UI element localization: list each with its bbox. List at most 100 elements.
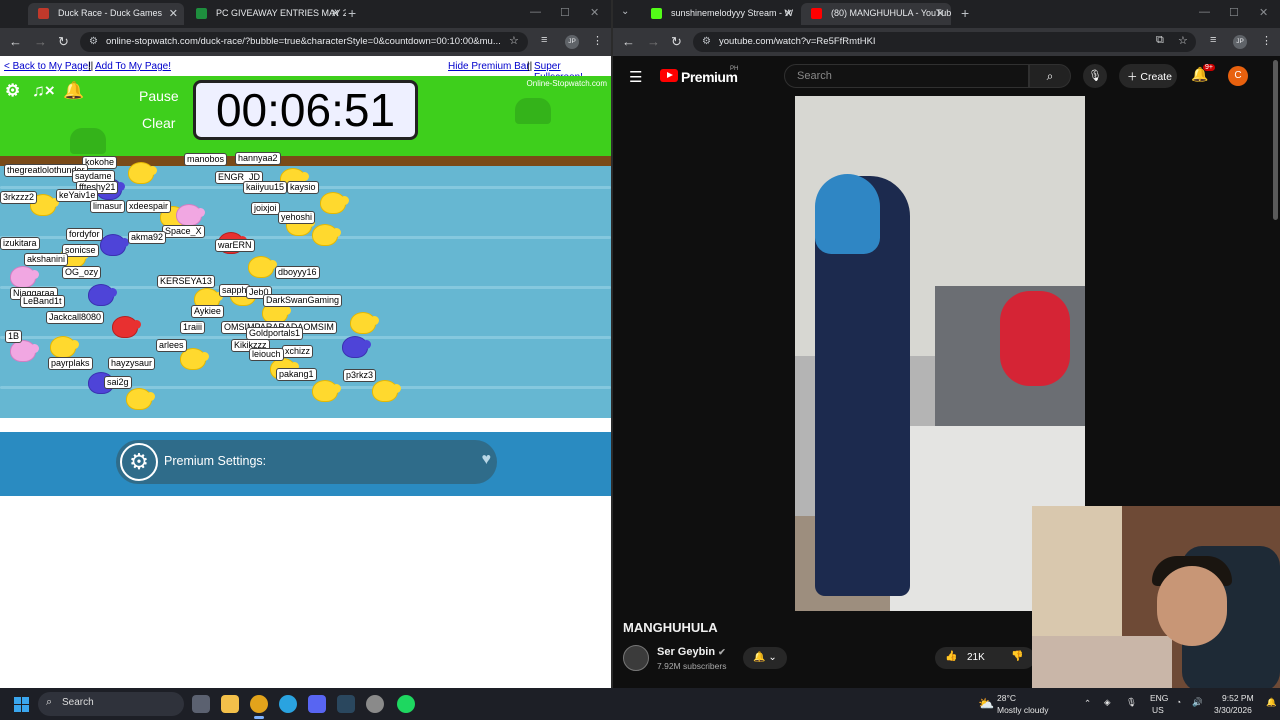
notification-count-badge: 9+: [1203, 64, 1215, 71]
taskbar-search[interactable]: ⌕ Search: [38, 692, 184, 716]
user-avatar[interactable]: C: [1228, 66, 1248, 86]
weather-icon[interactable]: ⛅: [978, 696, 994, 712]
new-tab-icon[interactable]: +: [961, 5, 969, 21]
install-app-icon[interactable]: ⧉: [1156, 34, 1164, 47]
sound-icon[interactable]: 🔔: [63, 81, 84, 101]
racer-name-tag: dboyyy16: [275, 266, 320, 279]
close-window-icon[interactable]: ✕: [1259, 6, 1268, 19]
racer-name-tag: Space_X: [162, 225, 205, 238]
racer-name-tag: manobos: [184, 153, 228, 166]
minimize-icon[interactable]: —: [1199, 6, 1210, 18]
wifi-icon[interactable]: ◔: [1176, 697, 1181, 707]
add-to-my-page-link[interactable]: Add To My Page!: [95, 61, 171, 72]
premium-settings-label: Premium Settings:: [164, 454, 267, 468]
site-info-icon[interactable]: ⚙: [702, 36, 711, 47]
bookmark-star-icon[interactable]: ☆: [509, 34, 519, 47]
close-tab-icon[interactable]: ✕: [169, 7, 178, 20]
back-to-my-page-link[interactable]: < Back to My Page!: [4, 61, 91, 72]
clear-button[interactable]: Clear: [142, 115, 175, 131]
thumbs-down-icon[interactable]: 👎: [1011, 651, 1023, 662]
music-mute-icon[interactable]: ♫×: [32, 81, 55, 101]
hide-premium-bar-link[interactable]: Hide Premium Bar: [448, 61, 530, 72]
back-icon[interactable]: ←: [9, 34, 22, 49]
obs-icon[interactable]: [366, 695, 384, 713]
back-icon[interactable]: ←: [622, 34, 635, 49]
youtube-logo-icon[interactable]: [660, 69, 678, 82]
url-field[interactable]: ⚙ online-stopwatch.com/duck-race/?bubble…: [80, 32, 528, 52]
notification-center-icon[interactable]: 🔔: [1266, 697, 1277, 708]
heart-icon: ♥: [481, 451, 492, 468]
weather-description[interactable]: Mostly cloudy: [997, 705, 1049, 715]
discord-icon[interactable]: [308, 695, 326, 713]
tab-kick-stream[interactable]: sunshinemelodyyy Stream - W ✕: [641, 3, 799, 25]
duck-race-game[interactable]: ⚙ ♫× 🔔 Pause Clear 00:06:51 Online-Stopw…: [0, 76, 611, 418]
microphone-tray-icon[interactable]: 🎙: [1126, 697, 1137, 708]
like-dislike-button[interactable]: 👍 21K 👎: [935, 647, 1035, 669]
channel-avatar[interactable]: [623, 645, 649, 671]
close-tab-icon[interactable]: ✕: [331, 7, 340, 20]
new-tab-icon[interactable]: +: [348, 5, 356, 21]
media-icon[interactable]: ≡: [1210, 34, 1216, 46]
clock-date[interactable]: 3/30/2026: [1214, 705, 1252, 715]
settings-gear-icon[interactable]: ⚙: [5, 81, 20, 101]
tab-pc-giveaway[interactable]: PC GIVEAWAY ENTRIES MAY 20 ✕: [186, 3, 346, 25]
tab-youtube[interactable]: (80) MANGHUHULA - YouTube ✕: [801, 3, 951, 25]
maximize-icon[interactable]: ☐: [1229, 6, 1239, 19]
spotify-icon[interactable]: [397, 695, 415, 713]
tray-overflow-icon[interactable]: ⌃: [1084, 698, 1091, 709]
hamburger-menu-icon[interactable]: ☰: [629, 68, 642, 86]
racer-name-tag: warERN: [215, 239, 255, 252]
close-window-icon[interactable]: ✕: [590, 6, 599, 19]
thumbs-up-icon[interactable]: 👍: [945, 651, 957, 662]
premium-settings-button[interactable]: ⚙ Premium Settings: ♥: [116, 440, 497, 484]
profile-avatar[interactable]: JP: [565, 35, 579, 49]
racer-name-tag: hannyaa2: [235, 152, 281, 165]
racer-name-tag: hayzysaur: [108, 357, 156, 370]
bookmark-star-icon[interactable]: ☆: [1178, 34, 1188, 47]
youtube-search-input[interactable]: Search: [784, 64, 1029, 88]
task-view-icon[interactable]: [192, 695, 210, 713]
profile-avatar[interactable]: JP: [1233, 35, 1247, 49]
tab-title: sunshinemelodyyy Stream - W: [671, 8, 794, 18]
site-info-icon[interactable]: ⚙: [89, 36, 98, 47]
close-tab-icon[interactable]: ✕: [784, 7, 793, 20]
windows-start-icon[interactable]: [14, 697, 29, 712]
url-field[interactable]: ⚙ youtube.com/watch?v=Re5FfRmtHKI: [693, 32, 1196, 52]
media-icon[interactable]: ≡: [541, 34, 547, 46]
weather-temperature[interactable]: 28°C: [997, 693, 1016, 703]
region-indicator[interactable]: US: [1152, 705, 1164, 715]
youtube-premium-logo[interactable]: Premium: [681, 69, 738, 85]
maximize-icon[interactable]: ☐: [560, 6, 570, 19]
create-button[interactable]: ＋ Create: [1119, 64, 1177, 88]
reload-icon[interactable]: ↻: [671, 34, 682, 50]
racer-name-tag: yehoshi: [278, 211, 316, 224]
channel-name[interactable]: Ser Geybin ✔: [657, 646, 726, 658]
telegram-icon[interactable]: [279, 695, 297, 713]
subscribed-bell-button[interactable]: 🔔 ⌄: [743, 647, 787, 669]
pause-button[interactable]: Pause: [139, 88, 179, 104]
scrollbar[interactable]: [1273, 60, 1278, 220]
racer-name-tag: payrplaks: [48, 357, 93, 370]
forward-icon[interactable]: →: [34, 34, 47, 49]
menu-dots-icon[interactable]: ⋮: [1261, 34, 1272, 47]
tab-search-icon[interactable]: ⌄: [621, 6, 629, 17]
forward-icon[interactable]: →: [647, 34, 660, 49]
tab-duck-race[interactable]: Duck Race - Duck Games ✕: [28, 3, 184, 25]
volume-icon[interactable]: 🔊: [1192, 697, 1203, 708]
reload-icon[interactable]: ↻: [58, 34, 69, 50]
racer-name-tag: kaiiyuu15: [243, 181, 288, 194]
tab-title: PC GIVEAWAY ENTRIES MAY 20: [216, 8, 346, 18]
steam-icon[interactable]: [337, 695, 355, 713]
network-tray-icon[interactable]: ◈: [1104, 697, 1111, 708]
close-tab-icon[interactable]: ✕: [936, 7, 945, 20]
page-link-bar: < Back to My Page! || Add To My Page! Hi…: [0, 58, 611, 83]
language-indicator[interactable]: ENG: [1150, 693, 1168, 703]
chrome-icon[interactable]: [250, 695, 268, 713]
minimize-icon[interactable]: —: [530, 6, 541, 18]
microphone-icon[interactable]: 🎙: [1083, 64, 1107, 88]
clock-time[interactable]: 9:52 PM: [1222, 693, 1254, 703]
search-icon[interactable]: ⌕: [1029, 64, 1071, 88]
file-explorer-icon[interactable]: [221, 695, 239, 713]
menu-dots-icon[interactable]: ⋮: [592, 34, 603, 47]
webcam-overlay: [1032, 506, 1280, 692]
